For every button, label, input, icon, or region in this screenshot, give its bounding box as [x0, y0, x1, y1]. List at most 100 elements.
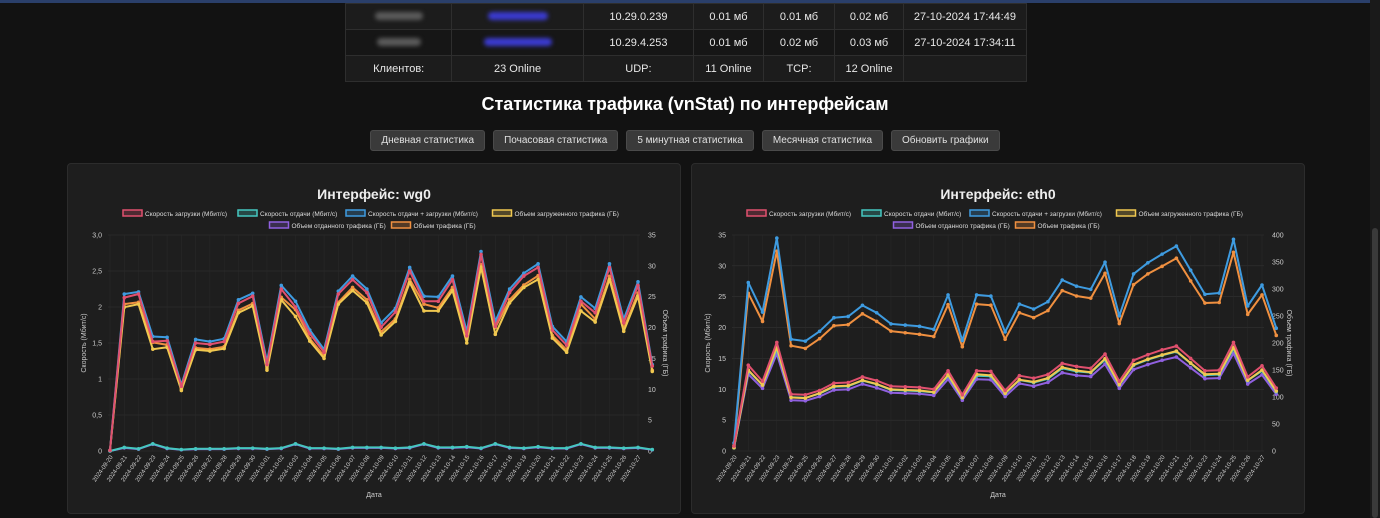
data-point	[931, 334, 936, 339]
client-link-cell[interactable]	[451, 29, 584, 56]
data-point	[436, 309, 441, 313]
data-point	[151, 347, 155, 351]
data-point	[1088, 370, 1093, 374]
redacted-client-link[interactable]	[483, 37, 552, 46]
data-point	[1188, 279, 1193, 283]
legend-swatch	[491, 209, 513, 217]
data-point	[593, 445, 597, 450]
clients-value: 23 Online	[451, 55, 584, 82]
data-point	[250, 294, 255, 298]
legend-swatch	[1014, 221, 1036, 229]
data-point	[1088, 287, 1093, 292]
y2-tick-label: 100	[1272, 395, 1284, 402]
data-point	[760, 310, 765, 314]
data-point	[550, 328, 555, 332]
data-point	[1260, 364, 1264, 368]
data-point	[1003, 337, 1007, 342]
data-point	[464, 334, 469, 338]
data-point	[407, 265, 412, 270]
data-point	[889, 329, 893, 333]
data-point	[193, 447, 198, 451]
data-point	[775, 340, 779, 345]
data-point	[903, 388, 908, 392]
legend-swatch	[390, 221, 412, 229]
data-point	[336, 447, 341, 451]
data-point	[379, 333, 383, 337]
data-point	[365, 290, 369, 295]
data-point	[450, 288, 455, 293]
y2-tick-label: 5	[648, 418, 652, 425]
data-point	[1274, 326, 1279, 330]
data-point	[1231, 340, 1236, 345]
data-point	[522, 446, 526, 450]
data-point	[846, 322, 850, 327]
data-point	[108, 448, 112, 453]
page-scrollbar[interactable]	[1370, 0, 1380, 518]
monthly-stats-button[interactable]: Месячная статистика	[761, 130, 884, 151]
y-axis-title: Скорость (Мбит/с)	[80, 313, 88, 372]
data-point	[550, 446, 555, 450]
data-point	[293, 305, 298, 309]
y2-tick-label: 150	[1272, 368, 1284, 375]
y2-tick-label: 50	[1272, 422, 1280, 429]
data-point	[379, 325, 383, 329]
data-point	[136, 447, 141, 451]
data-point	[208, 342, 212, 347]
chart-svg-1: Интерфейс: eth0 Скорость загрузки (Мбит/с…	[704, 186, 1293, 499]
data-point	[136, 302, 141, 306]
data-point	[1245, 382, 1250, 386]
data-point	[1217, 291, 1221, 295]
legend-item: Скорость загрузки (Мбит/с)	[122, 209, 227, 218]
data-point	[1188, 366, 1193, 370]
redacted-client-link[interactable]	[487, 11, 548, 20]
data-point	[760, 379, 765, 384]
chart-panel-eth0: Интерфейс: eth0 Скорость загрузки (Мбит/с…	[691, 163, 1305, 514]
tcp-value: 12 Online	[834, 55, 904, 82]
data-point	[579, 295, 583, 299]
legend-label: Скорость отдачи (Мбит/с)	[884, 210, 961, 218]
data-point	[522, 285, 526, 290]
data-point	[365, 445, 369, 450]
data-point	[322, 446, 326, 450]
data-point	[803, 339, 808, 343]
refresh-charts-button[interactable]: Обновить графики	[891, 130, 1000, 151]
y2-tick-label: 25	[648, 294, 656, 301]
scrollbar-thumb[interactable]	[1372, 228, 1378, 518]
legend-label: Объем отданного трафика (ГБ)	[916, 222, 1010, 230]
data-point	[536, 277, 540, 282]
y-tick-label: 30	[718, 263, 726, 270]
client-link-cell[interactable]	[451, 3, 584, 30]
legend-item: Объем загруженного трафика (ГБ)	[1115, 209, 1243, 218]
data-point	[917, 324, 922, 329]
data-point	[903, 330, 908, 335]
table-row: 10.29.4.253 0.01 мб 0.02 мб 0.03 мб 27-1…	[344, 29, 1028, 56]
data-point	[946, 368, 950, 373]
data-point	[393, 319, 398, 324]
data-point	[1031, 384, 1036, 388]
data-point	[607, 262, 612, 266]
data-point	[536, 262, 540, 266]
y-axis-title: Скорость (Мбит/с)	[704, 313, 712, 372]
daily-stats-button[interactable]: Дневная статистика	[370, 130, 486, 151]
data-point	[1203, 301, 1207, 305]
data-point	[931, 387, 936, 392]
data-point	[507, 301, 512, 305]
legend-swatch	[122, 209, 143, 217]
data-point	[293, 314, 298, 319]
data-point	[1231, 250, 1236, 255]
data-point	[1217, 376, 1221, 380]
data-point	[860, 382, 865, 386]
five-minute-stats-button[interactable]: 5 минутная статистика	[626, 130, 754, 151]
data-point	[322, 350, 326, 355]
data-point	[989, 294, 993, 298]
client-name-cell	[344, 29, 453, 56]
data-point	[746, 363, 751, 368]
data-point	[1203, 292, 1207, 297]
summary-row: Клиентов: 23 Online UDP: 11 Online TCP: …	[344, 55, 1028, 82]
data-point	[407, 445, 412, 450]
data-point	[1003, 330, 1007, 334]
data-point	[1245, 378, 1250, 383]
data-point	[846, 314, 850, 319]
legend-label: Объем трафика (ГБ)	[414, 222, 476, 230]
hourly-stats-button[interactable]: Почасовая статистика	[493, 130, 619, 151]
